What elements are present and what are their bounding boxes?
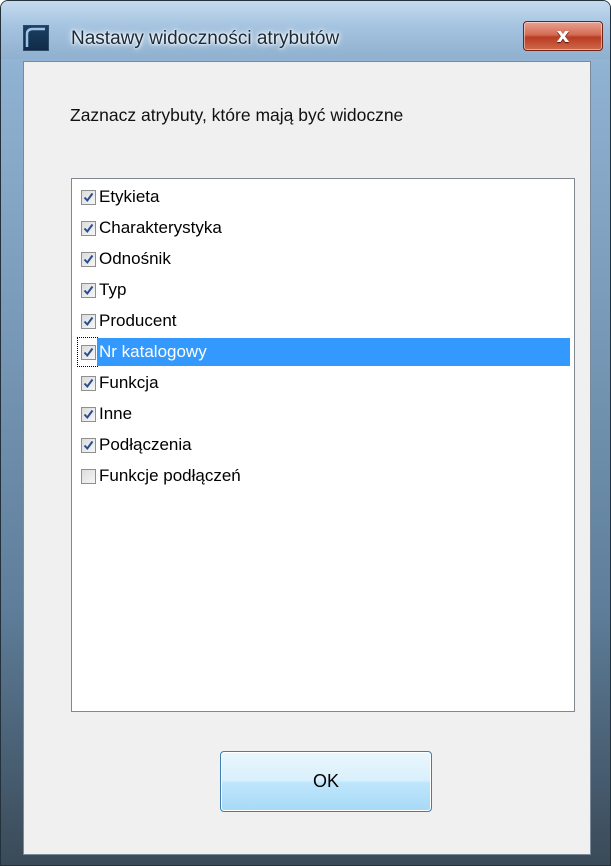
list-item-label: Typ: [99, 280, 127, 299]
checkbox[interactable]: [81, 375, 96, 391]
list-item-label: Inne: [99, 404, 133, 423]
checkbox[interactable]: [81, 282, 96, 298]
close-button[interactable]: x: [523, 21, 603, 51]
instruction-text: Zaznacz atrybuty, które mają być widoczn…: [70, 105, 404, 125]
checkmark-icon: [83, 223, 94, 233]
list-item[interactable]: Funkcja: [78, 368, 570, 398]
checkmark-icon: [83, 440, 94, 450]
close-icon: x: [556, 23, 570, 47]
app-icon: [23, 25, 49, 51]
list-item-label: Funkcje podłączeń: [99, 466, 241, 485]
checkbox[interactable]: [81, 344, 96, 360]
dialog-window: Nastawy widoczności atrybutów x Zaznacz …: [0, 0, 611, 866]
list-item-label: Funkcja: [99, 373, 159, 392]
list-item[interactable]: Nr katalogowy: [77, 337, 570, 367]
window-title: Nastawy widoczności atrybutów: [71, 28, 340, 49]
list-item-label: Nr katalogowy: [97, 338, 570, 366]
checkbox[interactable]: [81, 313, 96, 329]
list-item[interactable]: Funkcje podłączeń: [78, 461, 570, 491]
checkmark-icon: [83, 316, 94, 326]
ok-button[interactable]: OK: [220, 751, 432, 812]
checkbox[interactable]: [81, 220, 96, 236]
checkmark-icon: [83, 378, 94, 388]
checkmark-icon: [83, 409, 94, 419]
checkbox[interactable]: [81, 406, 96, 422]
checkmark-icon: [83, 285, 94, 295]
checkbox[interactable]: [81, 189, 96, 205]
list-item-label: Producent: [99, 311, 177, 330]
checkbox[interactable]: [81, 437, 96, 453]
list-item[interactable]: Odnośnik: [78, 244, 570, 274]
list-item-label: Odnośnik: [99, 249, 171, 268]
list-item[interactable]: Podłączenia: [78, 430, 570, 460]
checkmark-icon: [83, 347, 94, 357]
list-item[interactable]: Typ: [78, 275, 570, 305]
title-bar[interactable]: Nastawy widoczności atrybutów x: [1, 1, 610, 59]
list-item[interactable]: Producent: [78, 306, 570, 336]
checkbox[interactable]: [81, 468, 96, 484]
list-item[interactable]: Etykieta: [78, 182, 570, 212]
dialog-body: Zaznacz atrybuty, które mają być widoczn…: [23, 61, 591, 855]
list-item[interactable]: Inne: [78, 399, 570, 429]
checkbox[interactable]: [81, 251, 96, 267]
checkmark-icon: [83, 254, 94, 264]
list-item-label: Charakterystyka: [99, 218, 222, 237]
list-item-label: Etykieta: [99, 187, 160, 206]
attribute-checklist[interactable]: Etykieta Charakterystyka Odnośnik Typ Pr…: [71, 178, 575, 712]
ok-button-label: OK: [312, 771, 339, 791]
checkmark-icon: [83, 192, 94, 202]
list-item[interactable]: Charakterystyka: [78, 213, 570, 243]
list-item-label: Podłączenia: [99, 435, 192, 454]
